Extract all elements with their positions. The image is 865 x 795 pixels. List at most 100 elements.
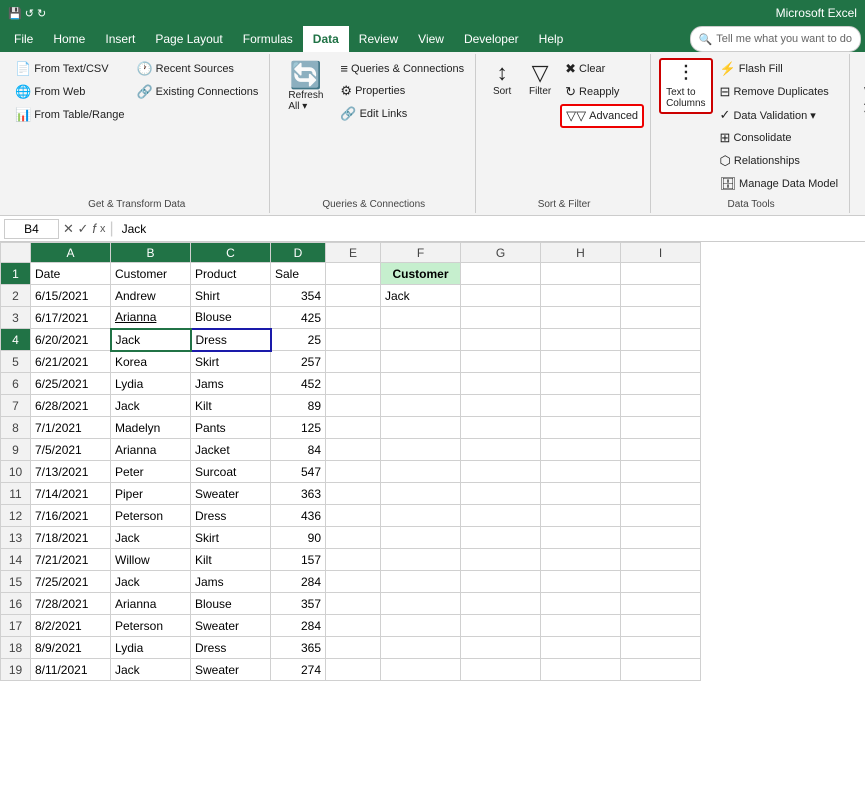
cell-f1[interactable]: Customer bbox=[381, 263, 461, 285]
cell-d4[interactable]: 25 bbox=[271, 329, 326, 351]
cell-a2[interactable]: 6/15/2021 bbox=[31, 285, 111, 307]
btn-text-to-columns[interactable]: ⫶ Text toColumns bbox=[659, 58, 712, 114]
advanced-icon: ▽▽ bbox=[566, 108, 586, 124]
btn-from-text-csv[interactable]: 📄 From Text/CSV bbox=[10, 58, 129, 80]
btn-queries-connections[interactable]: ≡ Queries & Connections bbox=[335, 58, 469, 79]
cell-i4[interactable] bbox=[621, 329, 701, 351]
cell-h3[interactable] bbox=[541, 307, 621, 329]
btn-existing-connections[interactable]: 🔗 Existing Connections bbox=[131, 81, 263, 103]
cell-b2[interactable]: Andrew bbox=[111, 285, 191, 307]
btn-manage-data-model[interactable]: 🗄 Manage Data Model bbox=[715, 173, 844, 195]
cell-h1[interactable] bbox=[541, 263, 621, 285]
btn-filter-label: Filter bbox=[529, 86, 551, 97]
tab-help[interactable]: Help bbox=[529, 26, 574, 52]
btn-recent-sources-label: Recent Sources bbox=[156, 63, 234, 75]
cell-c1[interactable]: Product bbox=[191, 263, 271, 285]
cell-e3[interactable] bbox=[326, 307, 381, 329]
btn-flash-fill[interactable]: ⚡ Flash Fill bbox=[715, 58, 844, 80]
btn-consolidate[interactable]: ⊞ Consolidate bbox=[715, 127, 844, 149]
tab-formulas[interactable]: Formulas bbox=[233, 26, 303, 52]
cell-e4[interactable] bbox=[326, 329, 381, 351]
formula-input[interactable] bbox=[118, 220, 861, 238]
btn-queries-label: Queries & Connections bbox=[351, 63, 464, 75]
cell-i3[interactable] bbox=[621, 307, 701, 329]
col-header-c[interactable]: C bbox=[191, 243, 271, 263]
btn-sort[interactable]: ↕ Sort bbox=[484, 58, 520, 101]
btn-from-table[interactable]: 📊 From Table/Range bbox=[10, 104, 129, 126]
btn-properties[interactable]: ⚙ Properties bbox=[335, 80, 469, 102]
cell-f4[interactable] bbox=[381, 329, 461, 351]
btn-relationships[interactable]: ⬡ Relationships bbox=[715, 150, 844, 172]
col-header-b[interactable]: B bbox=[111, 243, 191, 263]
col-header-g[interactable]: G bbox=[461, 243, 541, 263]
cell-g3[interactable] bbox=[461, 307, 541, 329]
cell-e2[interactable] bbox=[326, 285, 381, 307]
cell-g2[interactable] bbox=[461, 285, 541, 307]
btn-filter[interactable]: ▽ Filter bbox=[522, 58, 558, 101]
btn-refresh-all[interactable]: 🔄 RefreshAll ▾ bbox=[278, 58, 333, 116]
search-icon: 🔍 bbox=[699, 33, 713, 46]
cell-h4[interactable] bbox=[541, 329, 621, 351]
btn-from-web[interactable]: 🌐 From Web bbox=[10, 81, 129, 103]
table-row: 17 8/2/2021 Peterson Sweater 284 bbox=[1, 615, 701, 637]
col-header-d[interactable]: D bbox=[271, 243, 326, 263]
cell-b3[interactable]: Arianna bbox=[111, 307, 191, 329]
cell-f3[interactable] bbox=[381, 307, 461, 329]
cell-d5[interactable]: 257 bbox=[271, 351, 326, 373]
cell-c2[interactable]: Shirt bbox=[191, 285, 271, 307]
tab-review[interactable]: Review bbox=[349, 26, 408, 52]
cell-h2[interactable] bbox=[541, 285, 621, 307]
cell-a3[interactable]: 6/17/2021 bbox=[31, 307, 111, 329]
cell-a4[interactable]: 6/20/2021 bbox=[31, 329, 111, 351]
tell-me-text: Tell me what you want to do bbox=[716, 33, 852, 45]
cell-e1[interactable] bbox=[326, 263, 381, 285]
cell-b5[interactable]: Korea bbox=[111, 351, 191, 373]
tab-insert[interactable]: Insert bbox=[95, 26, 145, 52]
col-header-corner bbox=[1, 243, 31, 263]
sheet-scroll[interactable]: A B C D E F G H I 1 Date Customer Produ bbox=[0, 242, 865, 681]
cell-b1[interactable]: Customer bbox=[111, 263, 191, 285]
group-sort-filter: ↕ Sort ▽ Filter ✖ Clear ↻ Reapply ▽▽ bbox=[478, 54, 651, 213]
tab-file[interactable]: File bbox=[4, 26, 43, 52]
cell-d2[interactable]: 354 bbox=[271, 285, 326, 307]
cell-g4[interactable] bbox=[461, 329, 541, 351]
btn-flash-fill-label: Flash Fill bbox=[739, 63, 783, 75]
btn-clear[interactable]: ✖ Clear bbox=[560, 58, 644, 80]
cell-d3[interactable]: 425 bbox=[271, 307, 326, 329]
cell-c4[interactable]: Dress bbox=[191, 329, 271, 351]
btn-reapply[interactable]: ↻ Reapply bbox=[560, 81, 644, 103]
btn-edit-links[interactable]: 🔗 Edit Links bbox=[335, 103, 469, 125]
tab-data[interactable]: Data bbox=[303, 26, 349, 52]
btn-data-validation[interactable]: ✓ Data Validation ▾ bbox=[715, 104, 844, 126]
btn-remove-duplicates[interactable]: ⊟ Remove Duplicates bbox=[715, 81, 844, 103]
col-header-e[interactable]: E bbox=[326, 243, 381, 263]
col-header-h[interactable]: H bbox=[541, 243, 621, 263]
cell-a5[interactable]: 6/21/2021 bbox=[31, 351, 111, 373]
btn-from-web-label: From Web bbox=[34, 86, 85, 98]
cell-f2[interactable]: Jack bbox=[381, 285, 461, 307]
cell-c5[interactable]: Skirt bbox=[191, 351, 271, 373]
row-header-2: 2 bbox=[1, 285, 31, 307]
cell-i2[interactable] bbox=[621, 285, 701, 307]
tab-home[interactable]: Home bbox=[43, 26, 95, 52]
col-header-f[interactable]: F bbox=[381, 243, 461, 263]
col-header-i[interactable]: I bbox=[621, 243, 701, 263]
btn-what-if[interactable]: 🔀 What-IfAnalysis ▾ bbox=[858, 58, 865, 123]
cell-g1[interactable] bbox=[461, 263, 541, 285]
group-forecast-label: Forecast bbox=[852, 199, 865, 210]
btn-advanced[interactable]: ▽▽ Advanced bbox=[560, 104, 644, 128]
cell-i1[interactable] bbox=[621, 263, 701, 285]
tell-me-box[interactable]: 🔍 Tell me what you want to do bbox=[690, 26, 861, 52]
cell-a1[interactable]: Date bbox=[31, 263, 111, 285]
tab-developer[interactable]: Developer bbox=[454, 26, 529, 52]
get-transform-left: 📄 From Text/CSV 🌐 From Web 📊 From Table/… bbox=[10, 58, 129, 126]
btn-recent-sources[interactable]: 🕐 Recent Sources bbox=[131, 58, 263, 80]
cell-reference-box[interactable] bbox=[4, 219, 59, 239]
cell-d1[interactable]: Sale bbox=[271, 263, 326, 285]
btn-refresh-label: RefreshAll ▾ bbox=[288, 90, 323, 112]
cell-b4[interactable]: Jack bbox=[111, 329, 191, 351]
tab-view[interactable]: View bbox=[408, 26, 454, 52]
col-header-a[interactable]: A bbox=[31, 243, 111, 263]
cell-c3[interactable]: Blouse bbox=[191, 307, 271, 329]
tab-page-layout[interactable]: Page Layout bbox=[145, 26, 232, 52]
